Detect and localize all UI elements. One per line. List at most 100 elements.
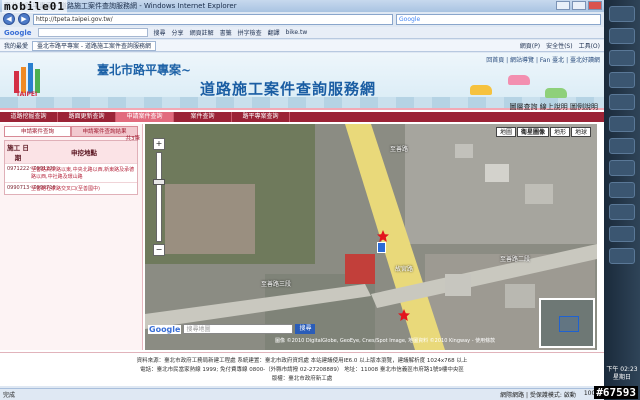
status-text: 完成 xyxy=(3,392,16,399)
taskbar-button[interactable] xyxy=(609,226,635,242)
toolbar-item-spellcheck[interactable]: 拼字檢查 xyxy=(238,28,262,37)
table-row[interactable]: 0971222~0991220 至善路高架路以東,中央北路以西,新東路及承德路以… xyxy=(5,163,137,182)
menu-project-query[interactable]: 路平專案查詢 xyxy=(232,112,290,122)
car-icon xyxy=(545,88,567,98)
table-row[interactable]: 0990713~0990716 至善路社家路交叉口(至善國中) xyxy=(5,182,137,194)
result-count: 共3筆 xyxy=(125,136,141,142)
footer-line-2: 電話：臺北市民當家熱線 1999; 免付費專線 0800-（外縣市請撥 02-2… xyxy=(140,367,464,373)
col-date-header: 施工 日期 xyxy=(7,144,29,162)
menu-application-query[interactable]: 申請案件查詢 xyxy=(116,112,174,122)
taskbar-button[interactable] xyxy=(609,160,635,176)
taskbar-button[interactable] xyxy=(609,50,635,66)
zoom-slider[interactable] xyxy=(153,152,165,242)
footer-line-1: 資料來源：臺北市政府工務局新建工程處 系統建置：臺北市政府資訊處 本站建議使用I… xyxy=(136,358,468,364)
bus-stop-icon[interactable] xyxy=(377,242,386,253)
construction-marker-icon[interactable] xyxy=(377,230,389,242)
row-date: 0990713~0990716 xyxy=(7,185,56,191)
address-bar: ◀ ▶ http://tpeta.taipei.gov.tw/ Google xyxy=(0,12,604,26)
overview-map[interactable] xyxy=(539,298,595,348)
taskbar-button[interactable] xyxy=(609,116,635,132)
taskbar-button[interactable] xyxy=(609,204,635,220)
browser-window: 臺北市路平專案 - 道路施工案件查詢服務網 - Windows Internet… xyxy=(0,0,604,400)
result-panel: 申請案件查詢 申請案件查詢結果 共3筆 施工 日期 申挖地點 0971222~0… xyxy=(0,124,143,350)
overview-viewport[interactable] xyxy=(559,316,579,332)
construction-marker-icon[interactable] xyxy=(398,309,410,321)
taskbar-button[interactable] xyxy=(609,28,635,44)
url-input[interactable]: http://tpeta.taipei.gov.tw/ xyxy=(33,13,393,25)
toolbar-item-share[interactable]: 分享 xyxy=(172,28,184,37)
satellite-map[interactable]: 至善路 至善路三段 故宮路 至善路二段 地圖 衛星圖像 地形 地球 + − Go… xyxy=(145,124,597,350)
row-location-link[interactable]: 至善路社家路交叉口(至善國中) xyxy=(31,185,137,192)
taskbar-button[interactable] xyxy=(609,72,635,88)
menu-pavement-query[interactable]: 路面更新查詢 xyxy=(58,112,116,122)
taskbar-button[interactable] xyxy=(609,94,635,110)
panel-tabs: 申請案件查詢 申請案件查詢結果 xyxy=(4,126,138,137)
status-right: 網際網路 | 受保護模式: 啟動 100% xyxy=(500,390,601,399)
toolbar-item-search[interactable]: 搜尋 xyxy=(154,28,166,37)
main-menu: 道路挖掘查詢 路面更新查詢 申請案件查詢 案件查詢 路平專案查詢 xyxy=(0,112,604,122)
zoom-out-button[interactable]: − xyxy=(153,244,165,256)
taskbar-button[interactable] xyxy=(609,138,635,154)
menu-dig-query[interactable]: 道路挖掘查詢 xyxy=(0,112,58,122)
toolbar-item-bookmarks[interactable]: 書籤 xyxy=(220,28,232,37)
back-button[interactable]: ◀ xyxy=(3,13,15,25)
site-title-1: 臺北市路平專案~ xyxy=(97,63,192,77)
browser-tab[interactable]: 臺北市路平專案 - 道路施工案件查詢服務網 xyxy=(32,40,156,51)
map-street-label: 至善路 xyxy=(390,146,409,153)
google-toolbar-input[interactable] xyxy=(37,28,148,37)
table-header: 施工 日期 申挖地點 xyxy=(5,141,137,163)
safety-menu[interactable]: 安全性(S) xyxy=(546,41,573,50)
map-type-terrain[interactable]: 地形 xyxy=(549,127,570,137)
close-button[interactable] xyxy=(588,1,602,10)
map-imagery xyxy=(145,124,597,350)
map-search: Google 搜尋地圖 搜尋 xyxy=(148,324,316,334)
command-bar: 網頁(P) 安全性(S) 工具(O) xyxy=(520,41,600,50)
map-type-map[interactable]: 地圖 xyxy=(495,127,516,137)
map-type-buttons: 地圖 衛星圖像 地形 地球 xyxy=(495,127,591,137)
status-bar: 完成 網際網路 | 受保護模式: 啟動 100% xyxy=(0,388,604,400)
maximize-button[interactable] xyxy=(572,1,586,10)
tab-application-query[interactable]: 申請案件查詢 xyxy=(4,126,71,137)
map-type-earth[interactable]: 地球 xyxy=(570,127,591,137)
page-menu[interactable]: 網頁(P) xyxy=(520,41,540,50)
toolbar-item-bike[interactable]: bike.tw xyxy=(286,29,308,36)
map-street-label: 至善路二段 xyxy=(500,256,531,263)
favorites-bar: 我的最愛 臺北市路平專案 - 道路施工案件查詢服務網 網頁(P) 安全性(S) … xyxy=(0,40,604,52)
taskbar-button[interactable] xyxy=(609,248,635,264)
footer-line-3: 版權：臺北市政府新工處 xyxy=(271,376,333,382)
clock-date: 星期日 xyxy=(612,374,631,381)
taskbar-button[interactable] xyxy=(609,6,635,22)
favorites-button[interactable]: 我的最愛 xyxy=(4,41,28,50)
title-bar: 臺北市路平專案 - 道路施工案件查詢服務網 - Windows Internet… xyxy=(0,0,604,12)
toolbar-item-notes[interactable]: 網頁註解 xyxy=(190,28,214,37)
zoom-slider-handle[interactable] xyxy=(153,179,165,185)
map-search-button[interactable]: 搜尋 xyxy=(295,324,316,334)
window-title-app: Windows Internet Explorer xyxy=(143,2,237,10)
zoom-in-button[interactable]: + xyxy=(153,138,165,150)
sub-links[interactable]: 圖層查詢 線上說明 圖例說明 xyxy=(510,102,598,112)
top-links[interactable]: 回首頁 | 網站導覽 | Fan 臺北 | 臺北好讀網 xyxy=(486,55,600,64)
row-location-link[interactable]: 至善路高架路以東,中央北路以西,新東路及承德路以西,中社路及環山路 xyxy=(31,166,137,180)
car-icon xyxy=(508,75,530,85)
map-type-satellite[interactable]: 衛星圖像 xyxy=(516,127,549,137)
taskbar-button[interactable] xyxy=(609,182,635,198)
taskbar-clock[interactable]: 下午 02:23 星期日 xyxy=(604,366,640,382)
row-date: 0971222~0991220 xyxy=(7,166,56,172)
map-search-input[interactable]: 搜尋地圖 xyxy=(183,324,294,334)
col-location-header: 申挖地點 xyxy=(71,149,97,157)
google-toolbar: Google 搜尋 分享 網頁註解 書籤 拼字檢查 翻譯 bike.tw xyxy=(0,27,604,39)
security-zone: 網際網路 | 受保護模式: 啟動 xyxy=(500,392,576,399)
minimize-button[interactable] xyxy=(556,1,570,10)
forward-button[interactable]: ▶ xyxy=(18,13,30,25)
map-street-label: 至善路三段 xyxy=(261,281,292,288)
toolbar-item-translate[interactable]: 翻譯 xyxy=(268,28,280,37)
tools-menu[interactable]: 工具(O) xyxy=(579,41,600,50)
menu-case-query[interactable]: 案件查詢 xyxy=(174,112,232,122)
window-controls xyxy=(556,1,602,10)
page-footer: 資料來源：臺北市政府工務局新建工程處 系統建置：臺北市政府資訊處 本站建議使用I… xyxy=(0,352,604,386)
map-street-label: 故宮路 xyxy=(395,266,414,273)
browser-search-input[interactable]: Google xyxy=(396,13,601,25)
zoom-control: + − xyxy=(153,138,167,258)
map-copyright: 圖像 ©2010 DigitalGlobe, GeoEye, Cnes/Spot… xyxy=(275,338,496,344)
result-table: 施工 日期 申挖地點 0971222~0991220 至善路高架路以東,中央北路… xyxy=(4,140,138,195)
